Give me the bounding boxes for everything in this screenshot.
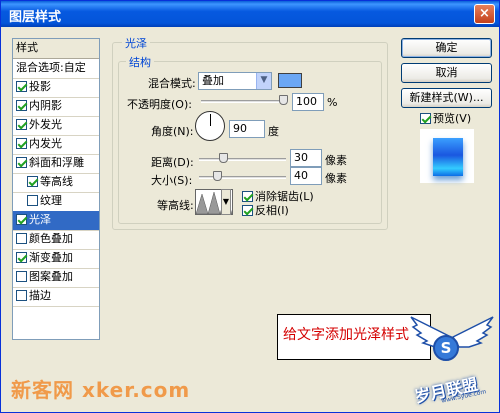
style-list-header[interactable]: 样式: [13, 39, 99, 59]
checkbox-icon[interactable]: [16, 81, 27, 92]
style-list-item[interactable]: 描边: [13, 287, 99, 307]
style-list-item[interactable]: 斜面和浮雕: [13, 154, 99, 174]
checkbox-icon[interactable]: [16, 119, 27, 130]
style-list-item-label: 颜色叠加: [29, 232, 73, 245]
checkbox-icon[interactable]: [242, 205, 253, 216]
contour-label: 等高线:: [157, 199, 194, 212]
contour-dropdown-button[interactable]: ▼: [221, 189, 231, 215]
preview-swatch: [433, 138, 463, 176]
checkbox-icon[interactable]: [242, 191, 253, 202]
blend-mode-value: 叠加: [202, 74, 224, 87]
size-slider-thumb[interactable]: [213, 171, 223, 181]
opacity-slider[interactable]: [201, 100, 288, 103]
close-button[interactable]: ×: [474, 4, 495, 24]
distance-slider-thumb[interactable]: [218, 153, 228, 163]
style-list-item[interactable]: 渐变叠加: [13, 249, 99, 269]
satin-group-title: 光泽: [122, 35, 150, 51]
style-list-item-label: 描边: [29, 289, 51, 302]
checkbox-icon[interactable]: [16, 214, 27, 225]
ok-button[interactable]: 确定: [401, 38, 492, 58]
blend-mode-select[interactable]: 叠加 ▼: [198, 72, 272, 90]
size-label: 大小(S):: [151, 174, 193, 187]
blend-mode-label: 混合模式:: [148, 77, 196, 90]
checkbox-icon[interactable]: [420, 113, 431, 124]
distance-label: 距离(D):: [151, 156, 194, 169]
distance-slider[interactable]: [199, 158, 286, 161]
angle-label: 角度(N):: [151, 125, 194, 138]
style-list-item-label: 纹理: [40, 194, 62, 207]
opacity-label: 不透明度(O):: [127, 98, 192, 111]
preview-label: 预览(V): [433, 112, 472, 125]
style-list-item[interactable]: 图案叠加: [13, 268, 99, 288]
style-list: 样式 混合选项:自定投影内阴影外发光内发光斜面和浮雕等高线纹理光泽颜色叠加渐变叠…: [12, 38, 100, 340]
checkbox-icon[interactable]: [16, 252, 27, 263]
dialog-title: 图层样式: [9, 10, 62, 25]
annotation-text: 给文字添加光泽样式: [283, 327, 409, 343]
angle-unit: 度: [268, 125, 279, 138]
style-list-item[interactable]: 投影: [13, 78, 99, 98]
style-list-item-label: 图案叠加: [29, 270, 73, 283]
checkbox-icon[interactable]: [27, 195, 38, 206]
style-list-item[interactable]: 纹理: [13, 192, 99, 212]
style-list-item-label: 渐变叠加: [29, 251, 73, 264]
structure-group-title: 结构: [126, 54, 154, 70]
style-list-item-label: 投影: [29, 80, 51, 93]
cancel-button[interactable]: 取消: [401, 63, 492, 83]
size-input[interactable]: 40: [290, 167, 322, 185]
checkbox-icon[interactable]: [16, 290, 27, 301]
style-list-item[interactable]: 内阴影: [13, 97, 99, 117]
new-style-button[interactable]: 新建样式(W)...: [401, 88, 492, 108]
style-list-item[interactable]: 混合选项:自定: [13, 59, 99, 79]
opacity-input[interactable]: 100: [292, 93, 324, 111]
opacity-slider-thumb[interactable]: [279, 95, 288, 105]
checkbox-icon[interactable]: [16, 233, 27, 244]
layer-style-dialog: 图层样式 × 样式 混合选项:自定 投影 内阴影 外发光 内发光 斜面和浮雕 等高线 纹理 光泽…: [0, 0, 500, 413]
annotation-badge: S: [433, 335, 459, 361]
checkbox-icon[interactable]: [16, 157, 27, 168]
style-list-item[interactable]: 外发光: [13, 116, 99, 136]
distance-input[interactable]: 30: [290, 149, 322, 167]
style-list-item-label: 混合选项:自定: [16, 61, 86, 74]
checkbox-icon[interactable]: [27, 176, 38, 187]
satin-color-swatch[interactable]: [278, 73, 302, 88]
style-list-item[interactable]: 内发光: [13, 135, 99, 155]
style-list-item-label: 内阴影: [29, 99, 62, 112]
style-list-item-label: 外发光: [29, 118, 62, 131]
chevron-down-icon: ▼: [222, 197, 230, 206]
style-list-item-label: 内发光: [29, 137, 62, 150]
style-list-item[interactable]: 等高线: [13, 173, 99, 193]
style-list-item-label: 光泽: [29, 213, 51, 226]
opacity-unit: %: [327, 96, 338, 109]
style-preview: [420, 129, 474, 183]
checkbox-icon[interactable]: [16, 271, 27, 282]
chevron-down-icon[interactable]: ▼: [256, 73, 271, 89]
style-list-item-label: 斜面和浮雕: [29, 156, 84, 169]
angle-input[interactable]: 90: [229, 120, 265, 138]
angle-dial[interactable]: [195, 111, 225, 141]
invert-checkbox[interactable]: 反相(I): [242, 202, 289, 218]
watermark-left: 新客网 xker.com: [11, 378, 191, 402]
title-bar[interactable]: 图层样式 ×: [1, 1, 499, 27]
distance-unit: 像素: [325, 154, 347, 167]
checkbox-icon[interactable]: [16, 100, 27, 111]
style-list-item[interactable]: 颜色叠加: [13, 230, 99, 250]
style-list-item[interactable]: 光泽: [13, 211, 99, 231]
preview-checkbox[interactable]: 预览(V): [420, 110, 471, 126]
invert-label: 反相(I): [255, 204, 289, 217]
size-unit: 像素: [325, 172, 347, 185]
checkbox-icon[interactable]: [16, 138, 27, 149]
style-list-item-label: 等高线: [40, 175, 73, 188]
